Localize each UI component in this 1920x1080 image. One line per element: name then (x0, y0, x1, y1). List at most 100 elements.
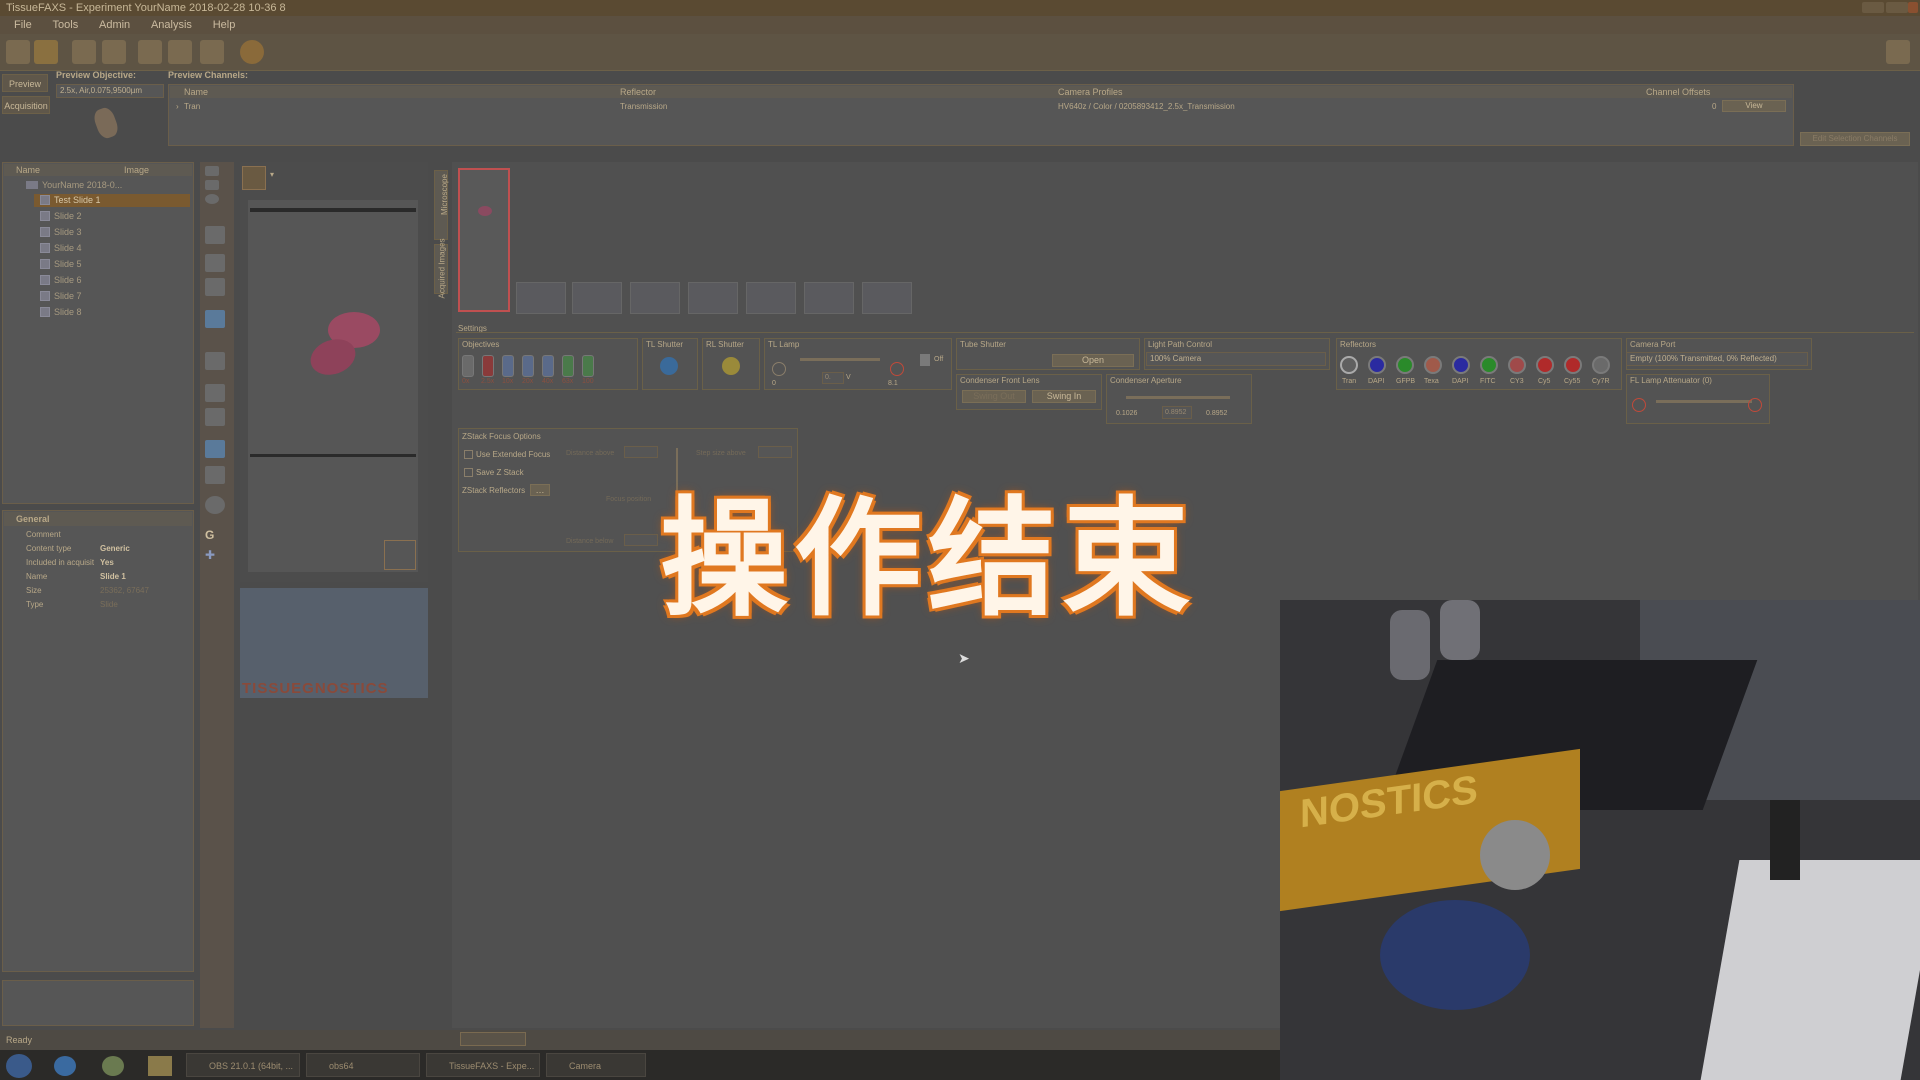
barcode-icon[interactable] (205, 278, 225, 296)
minimize-button[interactable] (1862, 2, 1884, 13)
extended-focus-checkbox[interactable] (464, 450, 473, 459)
edit-channels-button[interactable]: Edit Selection Channels (1800, 132, 1910, 146)
tree-item-slide-2[interactable]: Slide 2 (54, 211, 82, 221)
tube-shutter-open-button[interactable]: Open (1052, 354, 1134, 367)
tl-lamp-slider[interactable] (800, 358, 880, 361)
circle-icon[interactable] (205, 194, 219, 204)
close-button[interactable] (1908, 2, 1918, 13)
tree-item-slide-5[interactable]: Slide 5 (54, 259, 82, 269)
distance-above-input[interactable] (624, 446, 658, 458)
layer-icon[interactable] (205, 384, 225, 402)
save-icon[interactable] (72, 40, 96, 64)
tree-item-slide-8[interactable]: Slide 8 (54, 307, 82, 317)
rectangle-icon[interactable] (205, 180, 219, 190)
reflector-dapi[interactable] (1368, 356, 1386, 374)
start-icon[interactable] (6, 1054, 32, 1078)
reflector-cy5[interactable] (1536, 356, 1554, 374)
reflector-fitc[interactable] (1480, 356, 1498, 374)
print-icon[interactable] (138, 40, 162, 64)
objective-100x[interactable] (582, 355, 594, 377)
lasso-icon[interactable] (205, 496, 225, 514)
settings-icon[interactable] (1886, 40, 1910, 64)
tree-item-slide-6[interactable]: Slide 6 (54, 275, 82, 285)
scan-icon[interactable] (168, 40, 192, 64)
slide-thumbnail[interactable] (516, 282, 566, 314)
menu-tools[interactable]: Tools (53, 16, 79, 34)
swing-in-button[interactable]: Swing In (1032, 390, 1096, 403)
aperture-value-input[interactable]: 0.8952 (1162, 406, 1192, 419)
objective-63x[interactable] (562, 355, 574, 377)
menu-admin[interactable]: Admin (99, 16, 130, 34)
slide-image[interactable] (248, 200, 418, 572)
tree-item-slide-1[interactable]: Test Slide 1 (54, 195, 101, 205)
document-icon[interactable] (205, 466, 225, 484)
lamp-decrease-icon[interactable] (772, 362, 786, 376)
slide-thumbnail[interactable] (804, 282, 854, 314)
menu-file[interactable]: File (14, 16, 32, 34)
zstack-reflectors-button[interactable]: … (530, 484, 550, 496)
menu-analysis[interactable]: Analysis (151, 16, 192, 34)
rl-shutter-toggle[interactable] (722, 357, 740, 375)
chrome-icon[interactable] (102, 1056, 124, 1076)
tab-acquisition[interactable]: Acquisition (2, 96, 50, 114)
objective-10x[interactable] (502, 355, 514, 377)
distance-below-input[interactable] (624, 534, 658, 546)
preview-tool-button[interactable] (242, 166, 266, 190)
g-icon[interactable]: G (205, 528, 225, 546)
reflector-cy7r[interactable] (1592, 356, 1610, 374)
reflector-dapi-2[interactable] (1452, 356, 1470, 374)
report-icon[interactable] (200, 40, 224, 64)
lamp-value-input[interactable]: 0. (822, 372, 844, 384)
new-icon[interactable] (6, 40, 30, 64)
objective-40x[interactable] (542, 355, 554, 377)
objective-20x[interactable] (522, 355, 534, 377)
slide-thumbnail[interactable] (572, 282, 622, 314)
objective-select[interactable]: 2.5x, Air,0.075,9500µm (56, 84, 164, 98)
tl-shutter-toggle[interactable] (660, 357, 678, 375)
chevron-down-icon[interactable]: ▾ (270, 170, 274, 179)
overview-icon[interactable] (205, 310, 225, 328)
swing-out-button[interactable]: Swing Out (962, 390, 1026, 403)
ie-icon[interactable] (54, 1056, 76, 1076)
reflector-tran[interactable] (1340, 356, 1358, 374)
lamp-power-icon[interactable] (920, 354, 930, 366)
task-camera[interactable]: Camera (546, 1053, 646, 1077)
maximize-button[interactable] (1886, 2, 1908, 13)
light-path-select[interactable]: 100% Camera (1146, 352, 1326, 366)
view-region-marker[interactable] (384, 540, 416, 570)
task-obs[interactable]: OBS 21.0.1 (64bit, ... (186, 1053, 300, 1077)
selected-slide-thumbnail[interactable] (458, 168, 510, 312)
reflector-gfpb[interactable] (1396, 356, 1414, 374)
slide-view-icon[interactable] (205, 440, 225, 458)
open-folder-icon[interactable] (34, 40, 58, 64)
objective-0x[interactable] (462, 355, 474, 377)
tab-preview[interactable]: Preview (2, 74, 48, 92)
save-zstack-checkbox[interactable] (464, 468, 473, 477)
tree-item-slide-3[interactable]: Slide 3 (54, 227, 82, 237)
zoom-icon[interactable] (205, 226, 225, 244)
aperture-slider[interactable] (1126, 396, 1230, 399)
reflector-cy55[interactable] (1564, 356, 1582, 374)
reflector-cy3[interactable] (1508, 356, 1526, 374)
grid-icon[interactable] (205, 408, 225, 426)
tree-root[interactable]: YourName 2018-0... (42, 180, 122, 190)
folder-icon[interactable] (148, 1056, 172, 1076)
play-icon[interactable] (240, 40, 264, 64)
channel-expand-icon[interactable]: › (176, 102, 179, 111)
task-tissuefaxs[interactable]: TissueFAXS - Expe... (426, 1053, 540, 1077)
slide-thumbnail[interactable] (746, 282, 796, 314)
save-as-icon[interactable] (102, 40, 126, 64)
slide-thumbnail[interactable] (630, 282, 680, 314)
tree-item-slide-7[interactable]: Slide 7 (54, 291, 82, 301)
slide-thumbnail[interactable] (862, 282, 912, 314)
select-icon[interactable] (205, 166, 219, 176)
camera-port-select[interactable]: Empty (100% Transmitted, 0% Reflected) (1626, 352, 1808, 366)
region-icon[interactable] (205, 254, 225, 272)
fl-lamp-slider[interactable] (1656, 400, 1752, 403)
objective-2-5x[interactable] (482, 355, 494, 377)
zoom-in-icon[interactable]: ✚ (205, 548, 225, 566)
fl-increase-icon[interactable] (1748, 398, 1762, 412)
fl-decrease-icon[interactable] (1632, 398, 1646, 412)
slide-thumbnail[interactable] (688, 282, 738, 314)
view-button[interactable]: View (1722, 100, 1786, 112)
